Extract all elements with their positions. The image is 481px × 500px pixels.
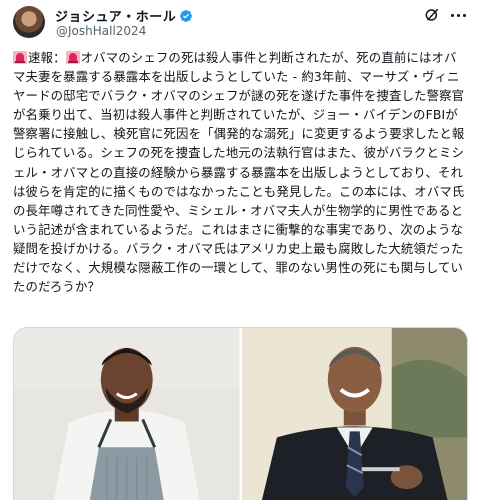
tweet-label: 速報： xyxy=(28,50,66,65)
tweet-text: 速報： オバマのシェフの死は殺人事件と判断されたが、死の直前にはオバマ夫妻を暴露す… xyxy=(13,48,468,296)
police-siren-emoji xyxy=(13,51,27,64)
more-options-icon[interactable] xyxy=(447,6,469,24)
verified-badge-icon xyxy=(180,9,193,22)
police-siren-emoji xyxy=(65,51,80,64)
tweet-header: ジョシュア・ホール @JoshHall2024 xyxy=(0,0,481,46)
author-handle[interactable]: @JoshHall2024 xyxy=(56,24,146,38)
author-display-name[interactable]: ジョシュア・ホール xyxy=(55,6,176,25)
tweet-media[interactable] xyxy=(13,327,468,500)
obama-photo[interactable] xyxy=(241,328,467,500)
tweet-body: オバマのシェフの死は殺人事件と判断されたが、死の直前にはオバマ夫妻を暴露する暴露… xyxy=(13,50,465,295)
author-avatar[interactable] xyxy=(13,6,45,38)
author-name-row[interactable]: ジョシュア・ホール xyxy=(55,6,193,25)
chef-photo[interactable] xyxy=(14,328,240,500)
grok-icon[interactable] xyxy=(424,7,440,23)
